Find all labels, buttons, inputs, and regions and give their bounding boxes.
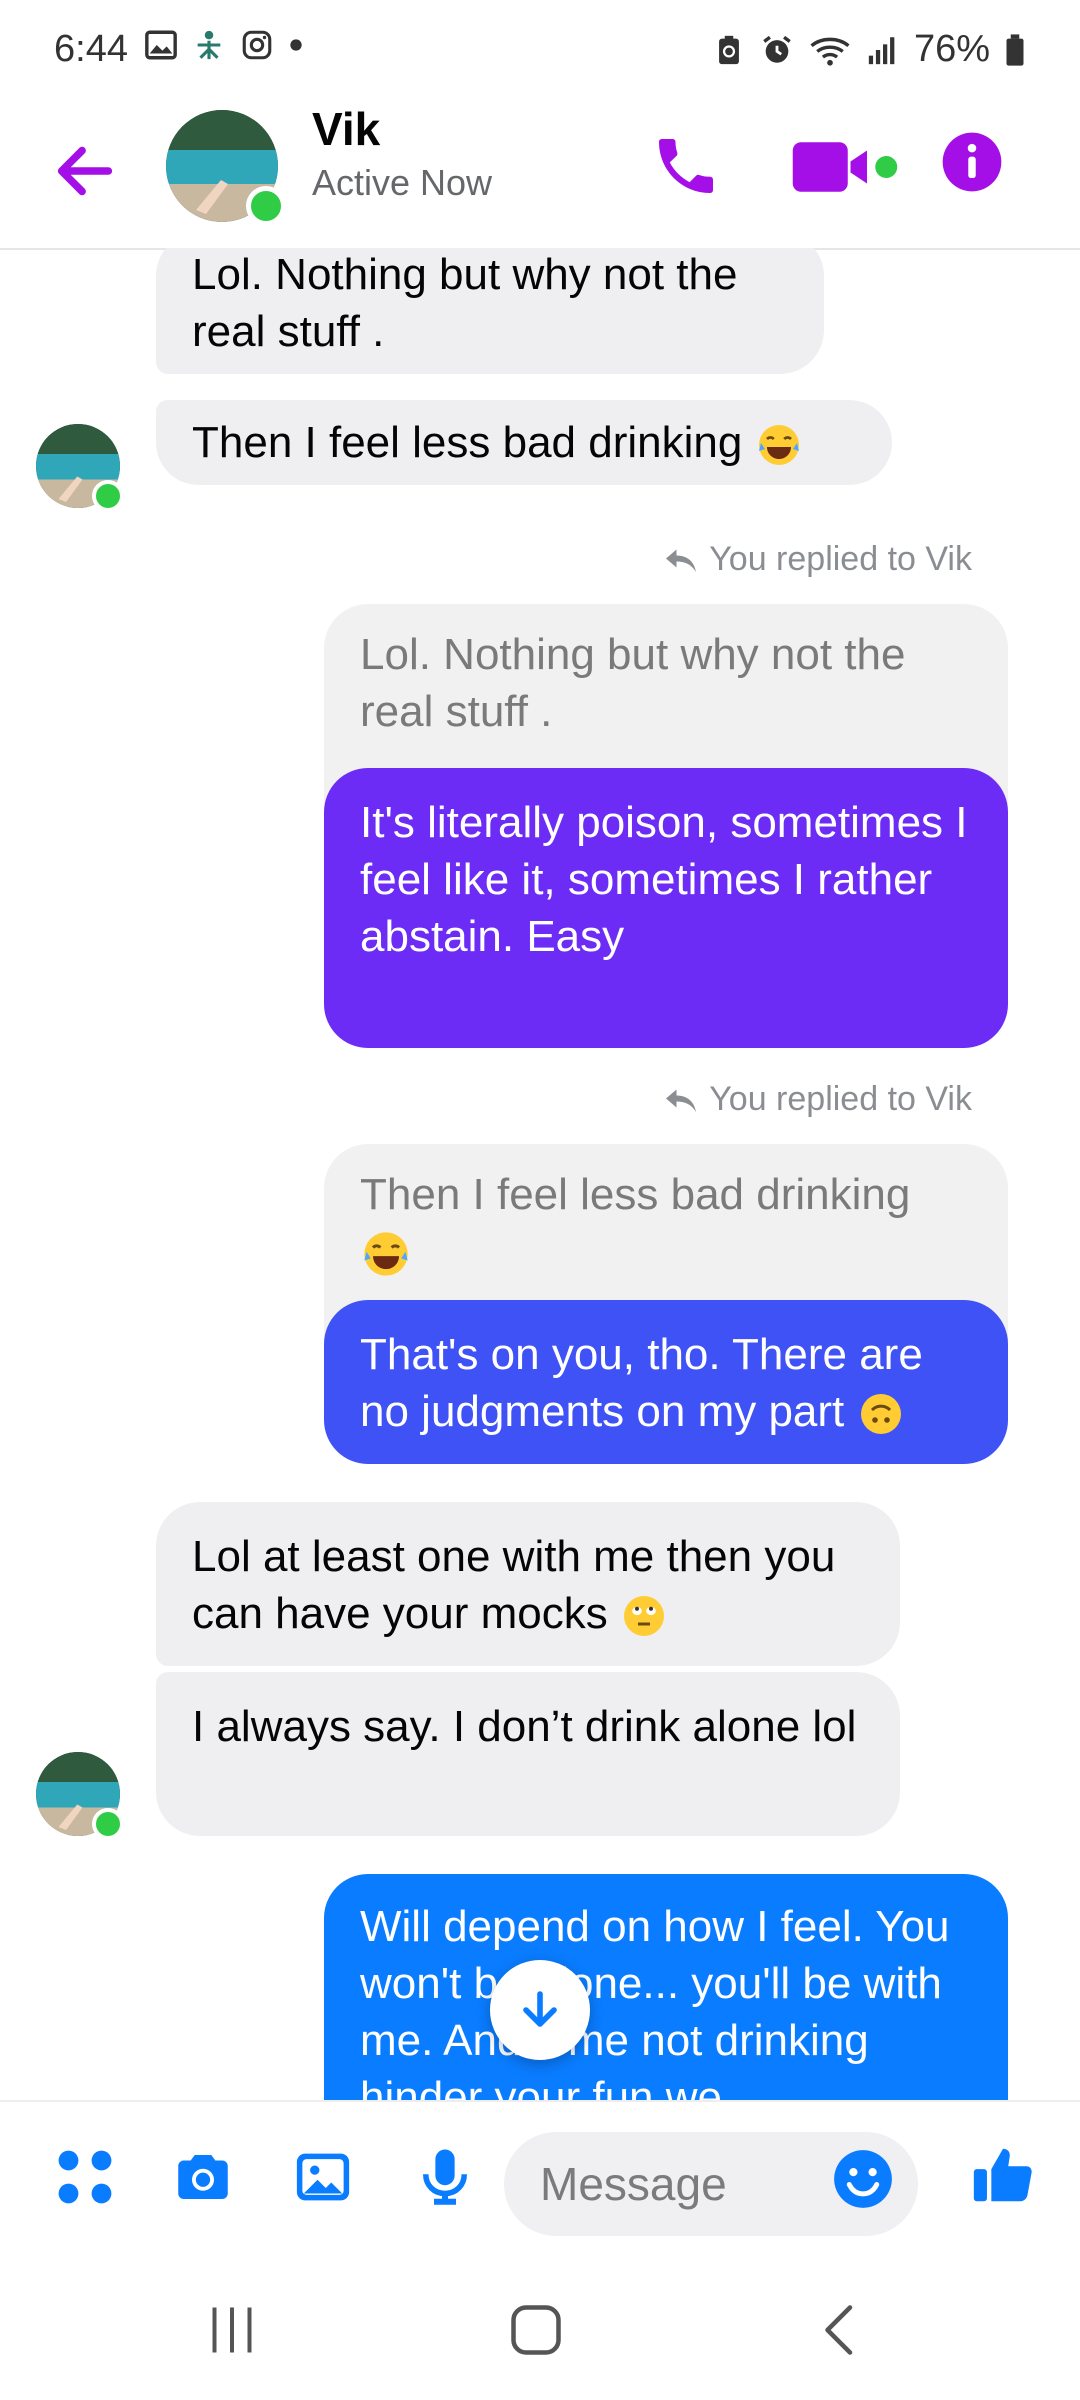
online-indicator [246,186,286,226]
arrow-down-icon [523,1991,557,2027]
apps-icon[interactable] [52,2144,118,2210]
home-icon[interactable] [506,2300,566,2360]
message-text: It's literally poison, sometimes I feel … [360,798,968,961]
incoming-message[interactable]: Lol at least one with me then you can ha… [156,1502,900,1666]
reply-arrow-icon [666,549,697,572]
reply-note-text: You replied to Vik [709,1080,972,1118]
online-indicator [92,1808,124,1840]
recents-icon[interactable] [202,2300,262,2360]
quoted-text: Then I feel less bad drinking [360,1170,911,1219]
incoming-message[interactable]: I always say. I don’t drink alone lol [156,1672,900,1836]
reply-arrow-icon [666,1089,697,1112]
info-icon[interactable] [940,130,1004,194]
status-left-icons [144,28,304,62]
message-text: I always say. I don’t drink alone lol [192,1702,857,1751]
dot-icon [290,39,302,51]
video-call-icon[interactable] [790,132,900,202]
signal-icon [868,36,895,64]
message-text: Lol at least one with me then you can ha… [192,1532,836,1638]
outgoing-message[interactable]: Will depend on how I feel. You won't be … [324,1874,1008,2100]
back-arrow-icon[interactable] [50,136,120,206]
message-text: Then I feel less bad drinking [192,418,743,467]
message-placeholder: Message [540,2158,727,2210]
upside-down-face-emoji [860,1394,901,1435]
message-composer: Message [0,2100,1080,2252]
conversation-header: Vik Active Now [0,100,1080,250]
system-navigation-bar [0,2250,1080,2400]
message-thread[interactable]: Lol. Nothing but why not the real stuff … [0,248,1080,2100]
wifi-icon [810,37,850,66]
camera-icon[interactable] [170,2144,236,2210]
contact-status: Active Now [312,162,493,203]
emoji-icon[interactable] [830,2146,896,2212]
status-bar: 6:44 76% [0,0,1080,100]
microphone-icon[interactable] [412,2144,478,2210]
scroll-to-bottom-button[interactable] [490,1960,590,2060]
contact-name[interactable]: Vik [312,102,380,156]
reply-note-text: You replied to Vik [709,540,972,578]
gallery-icon[interactable] [290,2144,356,2210]
alarm-icon [763,35,791,63]
battery-icon [1006,33,1024,66]
eye-roll-emoji [623,1596,664,1637]
outgoing-message[interactable]: That's on you, tho. There are no judgmen… [324,1300,1008,1464]
incoming-message[interactable]: Then I feel less bad drinking [156,400,892,485]
instagram-icon [242,30,272,60]
battery-percent: 76% [913,28,990,70]
message-text: That's on you, tho. There are no judgmen… [360,1330,923,1436]
ms-app-icon [197,30,221,60]
status-right-icons: 76% [712,28,1026,71]
incoming-message[interactable]: Lol. Nothing but why not the real stuff … [156,248,824,374]
message-text: Will depend on how I feel. You won't be … [360,1902,950,2100]
battery-saver-icon [719,35,739,64]
outgoing-message[interactable]: It's literally poison, sometimes I feel … [324,768,1008,1048]
back-icon[interactable] [810,2300,870,2360]
tears-of-joy-emoji [758,425,799,466]
status-time: 6:44 [54,28,128,70]
thumbs-up-icon[interactable] [968,2140,1038,2210]
quoted-text: Lol. Nothing but why not the real stuff … [360,630,906,736]
online-indicator [92,480,124,512]
tears-of-joy-emoji [364,1232,408,1277]
reply-note: You replied to Vik [663,1080,972,1119]
reply-note: You replied to Vik [663,540,972,579]
phone-call-icon[interactable] [650,130,722,202]
message-text: Lol. Nothing but why not the real stuff … [192,250,738,356]
gallery-icon [145,30,177,60]
